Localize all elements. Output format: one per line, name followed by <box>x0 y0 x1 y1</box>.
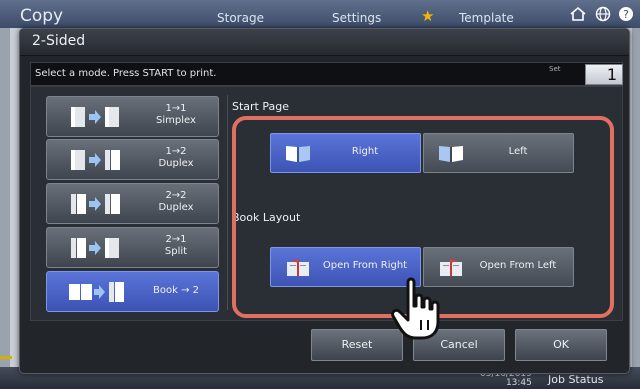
open-from-right-label: Open From Right <box>322 260 408 271</box>
job-status-button[interactable]: Job Status <box>548 373 604 386</box>
star-icon[interactable]: ★ <box>421 7 434 25</box>
simplex-to-duplex-icon <box>71 150 120 170</box>
simplex-to-simplex-icon <box>71 107 119 127</box>
dialog-title: 2-Sided <box>32 33 86 49</box>
two-sided-dialog: 2-Sided Select a mode. Press START to pr… <box>19 28 630 374</box>
mode-simplex-label: 1→1 Simplex <box>156 103 196 126</box>
open-from-right-icon <box>287 259 309 276</box>
background-right-panel <box>632 28 640 368</box>
duplex-to-duplex-icon <box>71 194 120 214</box>
globe-icon[interactable] <box>595 6 611 26</box>
mode-split-label: 2→1 Split <box>164 234 188 257</box>
mode-book-label: Book → 2 <box>153 285 199 296</box>
mode-duplex-label: 1→2 Duplex <box>158 146 194 169</box>
help-icon[interactable]: ? <box>618 6 634 26</box>
book-to-duplex-icon <box>69 282 124 302</box>
background-status-mark <box>0 356 12 359</box>
start-page-right-button[interactable]: Right <box>270 133 421 173</box>
set-label: Set <box>549 65 561 73</box>
svg-text:?: ? <box>623 8 629 21</box>
instruction-text: Select a mode. Press START to print. <box>35 68 217 79</box>
mode-simplex-button[interactable]: 1→1 Simplex <box>46 96 219 137</box>
hand-pointer-icon <box>391 277 440 340</box>
book-right-icon <box>286 146 310 162</box>
time-text: 13:45 <box>505 378 532 388</box>
start-page-left-label: Left <box>508 146 528 157</box>
mode-duplex-duplex-label: 2→2 Duplex <box>158 190 194 213</box>
start-page-label: Start Page <box>232 100 289 113</box>
set-count-field[interactable]: 1 <box>585 64 623 85</box>
dialog-content: 1→1 Simplex 1→2 Duplex 2→2 Duplex 2→1 Sp… <box>30 86 623 321</box>
background-title: Copy <box>20 6 64 26</box>
open-from-left-button[interactable]: Open From Left <box>423 247 574 287</box>
open-from-left-label: Open From Left <box>479 260 557 271</box>
tab-storage[interactable]: Storage <box>217 11 264 25</box>
mode-book-button[interactable]: Book → 2 <box>46 271 219 312</box>
open-from-left-icon <box>440 259 462 276</box>
dialog-title-bar: 2-Sided <box>20 29 629 56</box>
mode-split-button[interactable]: 2→1 Split <box>46 227 219 268</box>
ok-button[interactable]: OK <box>515 329 607 361</box>
home-icon[interactable] <box>569 6 587 26</box>
instruction-bar: Select a mode. Press START to print. Set… <box>30 62 623 86</box>
start-page-left-button[interactable]: Left <box>423 133 574 173</box>
background-header: Copy Storage Settings ★ Template ? <box>0 0 640 28</box>
background-left-panel <box>0 28 10 368</box>
tab-template[interactable]: Template <box>459 11 514 25</box>
set-count-value: 1 <box>606 65 617 84</box>
mode-duplex-button[interactable]: 1→2 Duplex <box>46 139 219 180</box>
book-left-icon <box>439 146 463 162</box>
tab-settings[interactable]: Settings <box>332 11 381 25</box>
start-page-right-label: Right <box>351 146 379 157</box>
duplex-split-icon <box>71 238 119 258</box>
panel-divider <box>227 95 228 310</box>
mode-duplex-duplex-button[interactable]: 2→2 Duplex <box>46 183 219 224</box>
book-layout-label: Book Layout <box>232 211 301 224</box>
